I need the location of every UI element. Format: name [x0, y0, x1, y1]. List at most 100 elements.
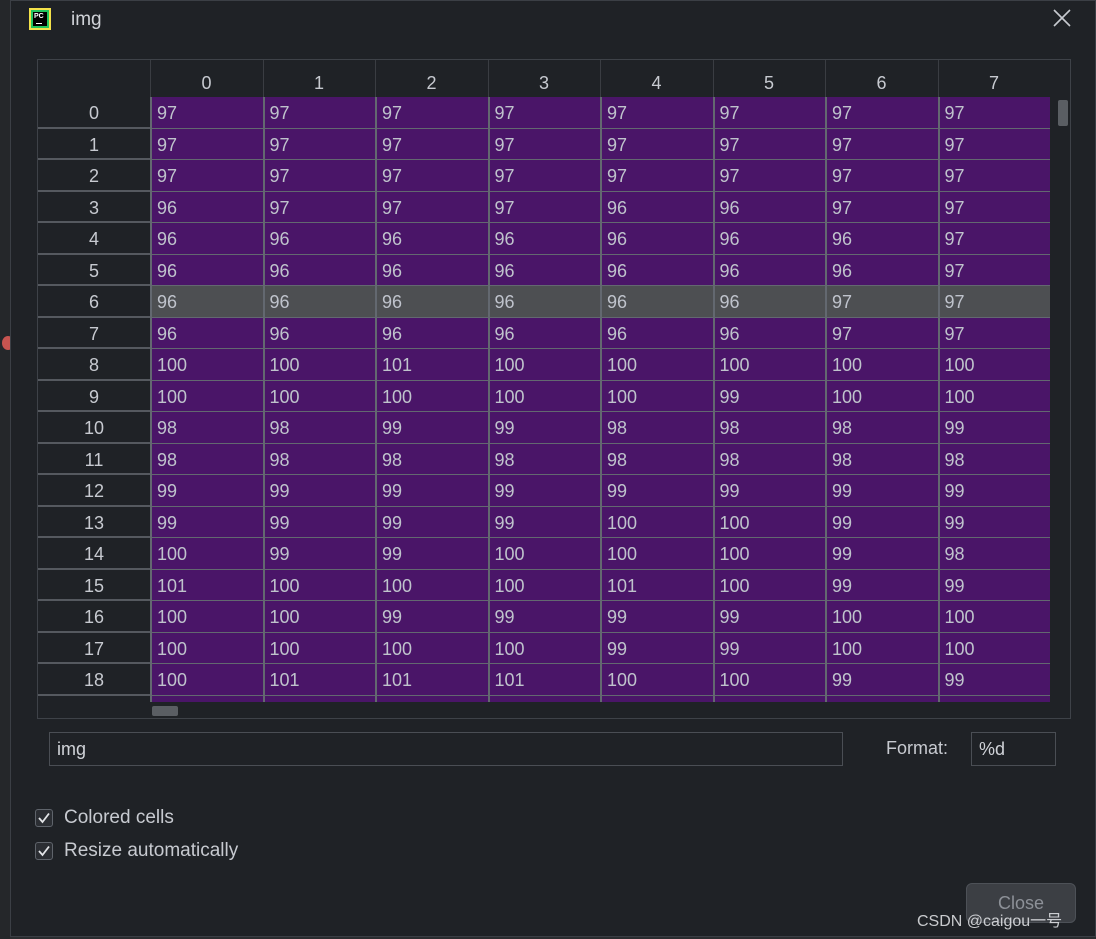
table-row[interactable]: 12 99 99 99 99 99 99 99 99 — [38, 475, 1054, 507]
table-cell[interactable] — [262, 695, 375, 702]
table-cell[interactable]: 97 — [375, 97, 488, 129]
table-cell[interactable]: 96 — [150, 254, 263, 286]
table-cell[interactable]: 97 — [937, 97, 1050, 129]
table-cell[interactable]: 97 — [937, 286, 1050, 318]
table-cell[interactable]: 100 — [150, 538, 263, 570]
table-cell[interactable]: 101 — [487, 664, 600, 696]
table-cell[interactable]: 100 — [487, 632, 600, 664]
table-cell[interactable]: 99 — [487, 601, 600, 633]
table-cell[interactable]: 101 — [375, 664, 488, 696]
table-cell[interactable]: 99 — [375, 506, 488, 538]
table-cell[interactable]: 97 — [712, 97, 825, 129]
table-cell[interactable]: 100 — [150, 380, 263, 412]
table-cell[interactable]: 96 — [375, 223, 488, 255]
table-cell[interactable]: 96 — [712, 317, 825, 349]
array-name-field[interactable]: img — [49, 732, 843, 766]
table-cell[interactable]: 98 — [600, 443, 713, 475]
table-cell[interactable]: 96 — [262, 317, 375, 349]
table-cell[interactable]: 100 — [487, 569, 600, 601]
table-row[interactable]: 2 97 97 97 97 97 97 97 97 — [38, 160, 1054, 192]
table-cell[interactable]: 99 — [825, 569, 938, 601]
table-cell[interactable]: 96 — [487, 223, 600, 255]
table-cell[interactable]: 100 — [375, 380, 488, 412]
horizontal-scrollbar[interactable] — [152, 706, 178, 716]
table-cell[interactable]: 98 — [825, 443, 938, 475]
table-cell[interactable]: 97 — [600, 160, 713, 192]
table-cell[interactable]: 100 — [600, 349, 713, 381]
table-cell[interactable]: 97 — [825, 317, 938, 349]
table-cell[interactable]: 99 — [487, 412, 600, 444]
resize-automatically-checkbox[interactable]: Resize automatically — [35, 839, 238, 863]
table-cell[interactable]: 98 — [150, 412, 263, 444]
table-cell[interactable]: 100 — [375, 632, 488, 664]
table-cell[interactable]: 97 — [375, 191, 488, 223]
table-cell[interactable] — [937, 695, 1050, 702]
table-row[interactable]: 0 97 97 97 97 97 97 97 97 — [38, 97, 1054, 129]
table-cell[interactable]: 99 — [825, 506, 938, 538]
table-cell[interactable]: 97 — [262, 191, 375, 223]
table-cell[interactable]: 99 — [712, 475, 825, 507]
table-cell[interactable]: 98 — [150, 443, 263, 475]
format-field[interactable]: %d — [971, 732, 1056, 766]
colored-cells-checkbox[interactable]: Colored cells — [35, 806, 174, 830]
table-cell[interactable]: 99 — [712, 632, 825, 664]
table-cell[interactable]: 96 — [150, 317, 263, 349]
table-cell[interactable]: 97 — [375, 160, 488, 192]
table-row[interactable]: 17 100 100 100 100 99 99 100 100 — [38, 632, 1054, 664]
table-cell[interactable]: 100 — [712, 506, 825, 538]
table-cell[interactable]: 97 — [262, 160, 375, 192]
table-cell[interactable]: 101 — [375, 349, 488, 381]
table-cell[interactable] — [600, 695, 713, 702]
table-cell[interactable]: 100 — [712, 349, 825, 381]
table-cell[interactable]: 96 — [487, 254, 600, 286]
table-cell[interactable]: 97 — [150, 160, 263, 192]
table-cell[interactable]: 96 — [262, 223, 375, 255]
table-cell[interactable]: 97 — [825, 128, 938, 160]
table-cell[interactable]: 96 — [712, 223, 825, 255]
table-cell[interactable]: 96 — [150, 191, 263, 223]
table-cell[interactable]: 99 — [937, 569, 1050, 601]
table-row[interactable] — [38, 695, 1054, 702]
table-cell[interactable]: 96 — [600, 191, 713, 223]
table-row[interactable]: 16 100 100 99 99 99 99 100 100 — [38, 601, 1054, 633]
table-cell[interactable]: 99 — [937, 506, 1050, 538]
table-cell[interactable]: 96 — [825, 254, 938, 286]
table-row[interactable]: 4 96 96 96 96 96 96 96 97 — [38, 223, 1054, 255]
table-cell[interactable]: 99 — [712, 601, 825, 633]
table-cell[interactable]: 97 — [937, 160, 1050, 192]
table-cell[interactable]: 96 — [150, 286, 263, 318]
table-cell[interactable]: 99 — [375, 475, 488, 507]
table-cell[interactable]: 96 — [487, 286, 600, 318]
table-row[interactable]: 1 97 97 97 97 97 97 97 97 — [38, 128, 1054, 160]
table-row[interactable]: 3 96 97 97 97 96 96 97 97 — [38, 191, 1054, 223]
table-cell[interactable]: 101 — [600, 569, 713, 601]
table-cell[interactable]: 100 — [487, 380, 600, 412]
table-row[interactable]: 11 98 98 98 98 98 98 98 98 — [38, 443, 1054, 475]
table-cell[interactable]: 97 — [600, 128, 713, 160]
table-cell[interactable]: 100 — [487, 538, 600, 570]
table-cell[interactable]: 100 — [262, 632, 375, 664]
table-cell[interactable]: 97 — [600, 97, 713, 129]
table-cell[interactable]: 98 — [487, 443, 600, 475]
close-icon[interactable] — [1051, 7, 1073, 29]
table-cell[interactable]: 96 — [712, 191, 825, 223]
table-cell[interactable]: 100 — [150, 664, 263, 696]
table-cell[interactable] — [150, 695, 263, 702]
table-cell[interactable]: 97 — [487, 160, 600, 192]
table-cell[interactable]: 99 — [937, 475, 1050, 507]
table-cell[interactable]: 99 — [937, 412, 1050, 444]
table-cell[interactable]: 100 — [825, 632, 938, 664]
table-row[interactable]: 5 96 96 96 96 96 96 96 97 — [38, 254, 1054, 286]
table-cell[interactable]: 99 — [600, 601, 713, 633]
table-cell[interactable]: 100 — [487, 349, 600, 381]
table-cell[interactable]: 99 — [825, 538, 938, 570]
table-cell[interactable]: 96 — [375, 286, 488, 318]
table-cell[interactable]: 100 — [150, 349, 263, 381]
table-cell[interactable]: 97 — [487, 191, 600, 223]
table-cell[interactable]: 97 — [262, 97, 375, 129]
table-cell[interactable]: 96 — [712, 286, 825, 318]
table-cell[interactable]: 99 — [825, 475, 938, 507]
table-cell[interactable]: 99 — [150, 506, 263, 538]
array-grid[interactable]: 01234567 0 97 97 97 97 97 97 97 97 1 97 97 97 97 97 97 9… — [37, 59, 1071, 719]
table-cell[interactable]: 97 — [150, 97, 263, 129]
